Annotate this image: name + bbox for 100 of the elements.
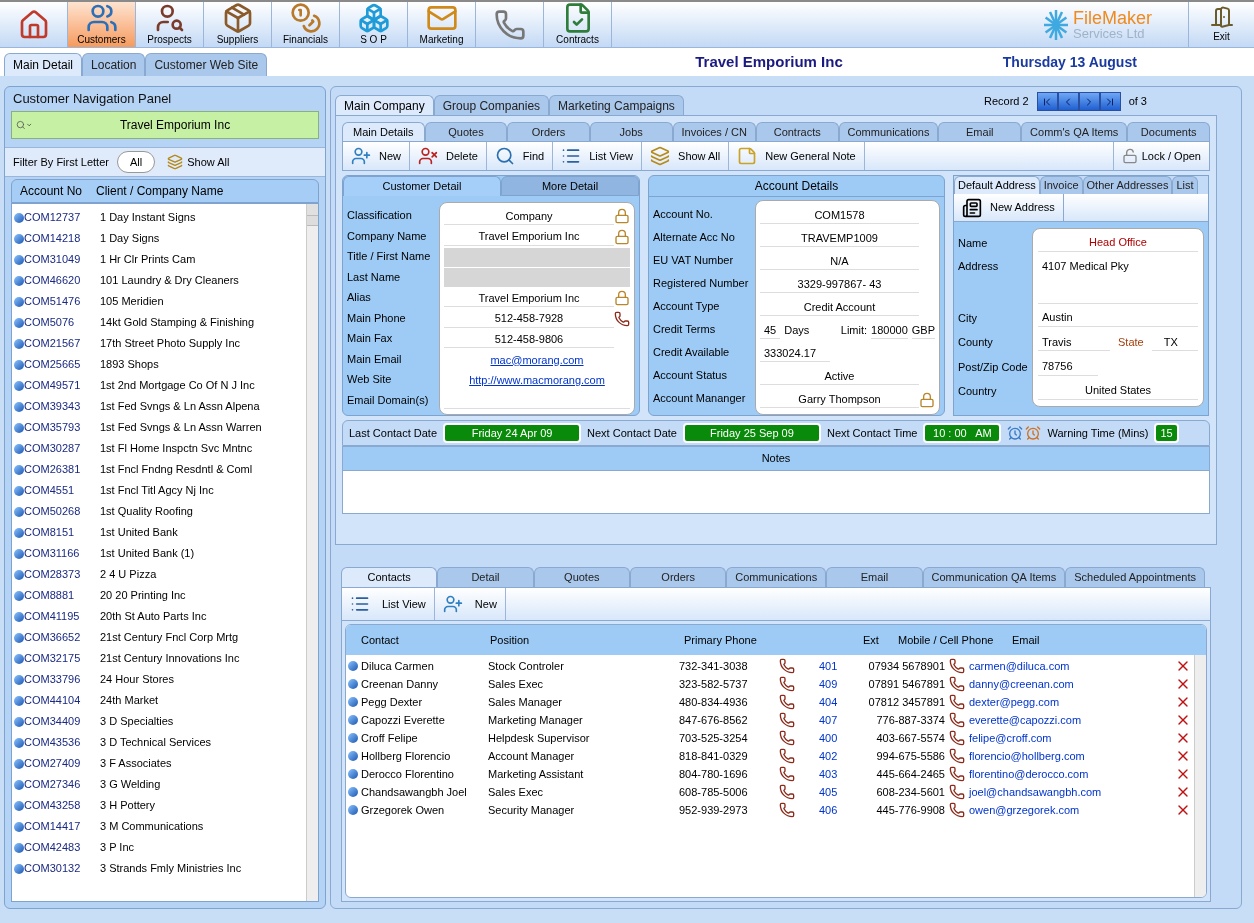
list-row[interactable]: COM5076 14kt Gold Stamping & Finishing [12, 312, 306, 333]
list-row[interactable]: COM43258 3 H Pottery [12, 795, 306, 816]
scrollbar[interactable] [306, 204, 318, 901]
record-nav-button[interactable] [1078, 92, 1100, 111]
link[interactable]: http://www.macmorang.com [469, 372, 605, 389]
lock-button[interactable]: Lock / Open [1112, 142, 1209, 170]
list-row[interactable]: COM8881 20 20 Printing Inc [12, 585, 306, 606]
list-row[interactable]: COM8151 1st United Bank [12, 522, 306, 543]
list-row[interactable]: COM51476 105 Meridien [12, 291, 306, 312]
tab[interactable]: Quotes [533, 567, 630, 587]
warning-field[interactable]: 15 [1154, 423, 1179, 443]
list-row[interactable]: COM44104 24th Market [12, 690, 306, 711]
email-link[interactable]: felipe@croff.com [969, 729, 1175, 747]
list-row[interactable]: COM33796 24 Hour Stores [12, 669, 306, 690]
email-link[interactable]: owen@grzegorek.com [969, 801, 1175, 819]
tab[interactable]: Email [826, 567, 923, 587]
date-field[interactable]: 10 : 00 AM [923, 423, 1002, 443]
tab[interactable]: Group Companies [433, 95, 550, 115]
tab[interactable]: Other Addresses [1082, 176, 1173, 194]
list-row[interactable]: COM35793 1st Fed Svngs & Ln Assn Warren [12, 417, 306, 438]
email-link[interactable]: florentino@derocco.com [969, 765, 1175, 783]
list-row[interactable]: COM31049 1 Hr Clr Prints Cam [12, 249, 306, 270]
toolbar-button[interactable]: List View [553, 142, 643, 170]
list-row[interactable]: COM27409 3 F Associates [12, 753, 306, 774]
tab[interactable]: Jobs [589, 122, 673, 141]
toolbar-button[interactable]: Delete [410, 142, 487, 170]
toolbar-button[interactable]: Find [486, 142, 554, 170]
all-button[interactable]: All [116, 151, 156, 173]
tab[interactable]: Contracts [755, 122, 839, 141]
toolbar-button[interactable]: List View [342, 588, 435, 620]
list-row[interactable]: COM4551 1st Fncl Titl Agcy Nj Inc [12, 480, 306, 501]
tab[interactable]: Location [82, 53, 146, 76]
list-row[interactable]: COM49571 1st 2nd Mortgage Co Of N J Inc [12, 375, 306, 396]
tab[interactable]: Customer Web Site [145, 53, 268, 76]
tab[interactable]: Default Address [954, 176, 1040, 194]
email-link[interactable]: carmen@diluca.com [969, 657, 1175, 675]
tab[interactable]: Contacts [341, 567, 438, 587]
tab[interactable]: Orders [507, 122, 590, 141]
list-row[interactable]: COM21567 17th Street Photo Supply Inc [12, 333, 306, 354]
tab[interactable]: Main Company [335, 95, 434, 115]
list-row[interactable]: COM30132 3 Strands Fmly Ministries Inc [12, 858, 306, 879]
module-button[interactable]: Suppliers [204, 2, 272, 47]
list-row[interactable]: COM46620 101 Laundry & Dry Cleaners [12, 270, 306, 291]
tab[interactable]: List [1172, 176, 1198, 194]
tab[interactable]: Quotes [424, 122, 508, 141]
tab[interactable]: Email [938, 122, 1022, 141]
tab[interactable]: Comm's QA Items [1021, 122, 1128, 141]
table-row[interactable]: Grzegorek Owen Security Manager 952-939-2973 406 445-776-9908 owen@grzegorek.com [346, 801, 1194, 819]
tab[interactable]: Invoice [1039, 176, 1083, 194]
email-link[interactable]: everette@capozzi.com [969, 711, 1175, 729]
list-row[interactable]: COM25665 1893 Shops [12, 354, 306, 375]
list-row[interactable]: COM26381 1st Fncl Fndng Resdntl & Coml [12, 459, 306, 480]
date-field[interactable]: Friday 24 Apr 09 [443, 423, 582, 443]
module-button[interactable]: Financials [272, 2, 340, 47]
tab[interactable]: Invoices / CN [672, 122, 756, 141]
email-link[interactable]: dexter@pegg.com [969, 693, 1175, 711]
table-row[interactable]: Hollberg Florencio Account Manager 818-841-0329 402 994-675-5586 florencio@hollberg.com [346, 747, 1194, 765]
tab[interactable]: Marketing Campaigns [549, 95, 684, 115]
list-row[interactable]: COM43536 3 D Technical Services [12, 732, 306, 753]
show-all-button[interactable]: Show All [163, 150, 234, 174]
list-row[interactable]: COM14218 1 Day Signs [12, 228, 306, 249]
table-row[interactable]: Chandsawangbh Joel Sales Exec 608-785-5006 405 608-234-5601 joel@chandsawangbh.com [346, 783, 1194, 801]
list-row[interactable]: COM27346 3 G Welding [12, 774, 306, 795]
scrollbar[interactable] [1194, 655, 1206, 897]
module-button[interactable]: Customers [68, 2, 136, 47]
toolbar-button[interactable]: Show All [642, 142, 730, 170]
module-button[interactable]: Marketing [408, 2, 476, 47]
table-row[interactable]: Croff Felipe Helpdesk Supervisor 703-525-3254 400 403-667-5574 felipe@croff.com [346, 729, 1194, 747]
date-field[interactable]: Friday 25 Sep 09 [682, 423, 821, 443]
record-nav-button[interactable] [1057, 92, 1079, 111]
module-button[interactable]: S O P [340, 2, 408, 47]
email-link[interactable]: danny@creenan.com [969, 675, 1175, 693]
tab[interactable]: Documents [1127, 122, 1210, 141]
table-row[interactable]: Creenan Danny Sales Exec 323-582-5737 409 07891 5467891 danny@creenan.com [346, 675, 1194, 693]
list-row[interactable]: COM28373 2 4 U Pizza [12, 564, 306, 585]
module-button[interactable]: Contracts [544, 2, 612, 47]
table-row[interactable]: Pegg Dexter Sales Manager 480-834-4936 404 07812 3457891 dexter@pegg.com [346, 693, 1194, 711]
toolbar-button[interactable]: New [343, 142, 410, 170]
tab[interactable]: Scheduled Appointments [1065, 567, 1205, 587]
list-row[interactable]: COM41195 20th St Auto Parts Inc [12, 606, 306, 627]
list-row[interactable]: COM50268 1st Quality Roofing [12, 501, 306, 522]
link[interactable]: mac@morang.com [490, 351, 584, 368]
list-row[interactable]: COM36652 21st Century Fncl Corp Mrtg [12, 627, 306, 648]
email-link[interactable]: joel@chandsawangbh.com [969, 783, 1175, 801]
search-field[interactable]: Travel Emporium Inc [11, 111, 319, 139]
list-row[interactable]: COM30287 1st Fl Home Inspctn Svc Mntnc [12, 438, 306, 459]
exit-button[interactable]: Exit [1188, 2, 1254, 47]
list-row[interactable]: COM42483 3 P Inc [12, 837, 306, 858]
list-row[interactable]: COM32175 21st Century Innovations Inc [12, 648, 306, 669]
record-nav-button[interactable] [1099, 92, 1121, 111]
toolbar-button[interactable]: New [434, 588, 506, 620]
record-nav-button[interactable] [1036, 92, 1058, 111]
table-row[interactable]: Diluca Carmen Stock Controler 732-341-3038 401 07934 5678901 carmen@diluca.com [346, 657, 1194, 675]
table-row[interactable]: Derocco Florentino Marketing Assistant 804-780-1696 403 445-664-2465 florentino@derocco.com [346, 765, 1194, 783]
tab[interactable]: Orders [630, 567, 727, 587]
tab[interactable]: Communications [838, 122, 939, 141]
table-row[interactable]: Capozzi Everette Marketing Manager 847-676-8562 407 776-887-3374 everette@capozzi.com [346, 711, 1194, 729]
tab[interactable]: Main Details [342, 122, 425, 141]
list-row[interactable]: COM39343 1st Fed Svngs & Ln Assn Alpena [12, 396, 306, 417]
email-link[interactable]: florencio@hollberg.com [969, 747, 1175, 765]
